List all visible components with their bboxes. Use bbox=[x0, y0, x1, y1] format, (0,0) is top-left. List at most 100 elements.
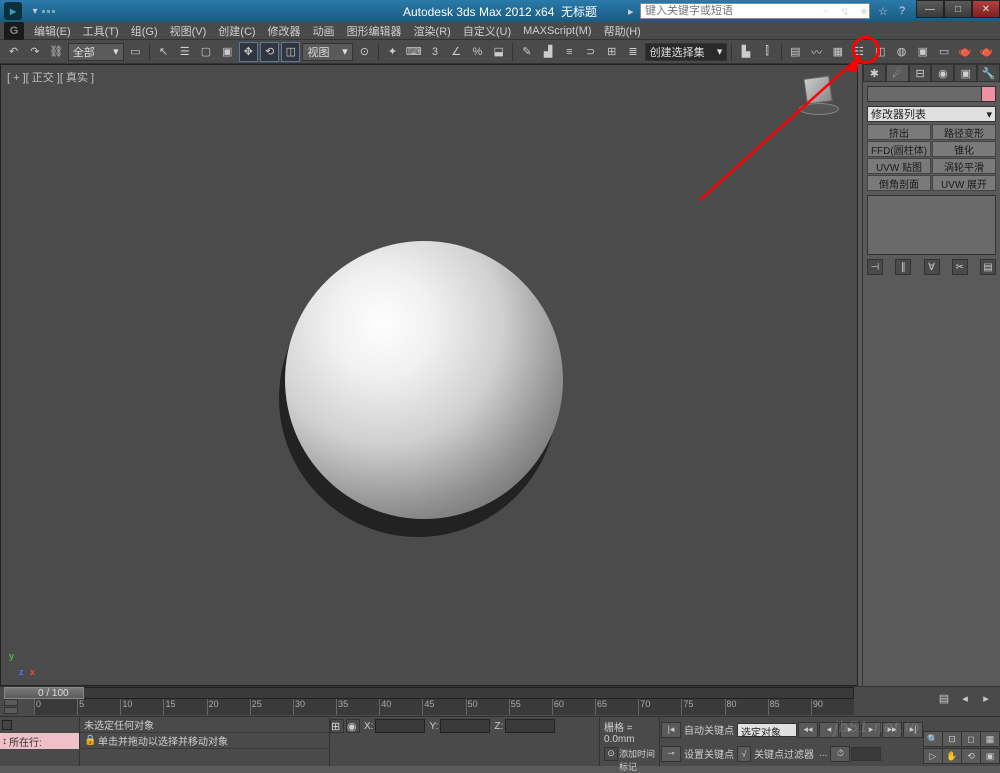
select-region-button[interactable]: ▢ bbox=[196, 42, 215, 62]
pan-button[interactable]: ✋ bbox=[942, 748, 962, 764]
max-toggle-button[interactable]: ▣ bbox=[980, 748, 1000, 764]
zoom-extents-button[interactable]: ◻ bbox=[961, 731, 981, 747]
remove-mod-icon[interactable]: ✂ bbox=[952, 259, 968, 275]
select-rotate-button[interactable]: ⟲ bbox=[260, 42, 279, 62]
mod-uvwmap[interactable]: UVW 贴图 bbox=[867, 158, 931, 174]
viewport[interactable]: [ + ][ 正交 ][ 真实 ] z x y bbox=[0, 64, 858, 686]
layers-button[interactable]: ≣ bbox=[623, 42, 642, 62]
menu-edit[interactable]: 编辑(E) bbox=[28, 23, 77, 39]
scene-explorer-icon[interactable]: ▤ bbox=[934, 688, 954, 708]
modifier-list-dropdown[interactable]: 修改器列表▾ bbox=[867, 106, 996, 122]
menu-animation[interactable]: 动画 bbox=[307, 23, 341, 39]
fov-button[interactable]: ▷ bbox=[923, 748, 943, 764]
material-nav-button[interactable]: ◫ bbox=[871, 42, 890, 62]
menu-custom[interactable]: 自定义(U) bbox=[457, 23, 517, 39]
material-editor-button[interactable]: ◍ bbox=[892, 42, 911, 62]
goto-end-button[interactable]: ▸| bbox=[903, 722, 923, 738]
mod-chamfer[interactable]: 倒角剖面 bbox=[867, 175, 931, 191]
zoom-all-button[interactable]: ⊡ bbox=[942, 731, 962, 747]
app-menu-icon[interactable]: G bbox=[4, 22, 24, 40]
schematic-button[interactable]: ▦ bbox=[828, 42, 847, 62]
zoom-ext-all-button[interactable]: ▦ bbox=[980, 731, 1000, 747]
select-button[interactable]: ▭ bbox=[126, 42, 145, 62]
menu-tools[interactable]: 工具(T) bbox=[77, 23, 125, 39]
orbit-button[interactable]: ⟲ bbox=[961, 748, 981, 764]
pivot-button[interactable]: ⊙ bbox=[355, 42, 374, 62]
make-unique-icon[interactable]: ∀ bbox=[924, 259, 940, 275]
configure-icon[interactable]: ▤ bbox=[980, 259, 996, 275]
selection-filter-dropdown[interactable]: 全部▾ bbox=[68, 43, 124, 61]
menu-modifiers[interactable]: 修改器 bbox=[262, 23, 307, 39]
redo-button[interactable]: ↷ bbox=[25, 42, 44, 62]
menu-views[interactable]: 视图(V) bbox=[164, 23, 213, 39]
time-slider-track[interactable] bbox=[4, 687, 854, 699]
star-icon[interactable]: ★ bbox=[856, 3, 872, 19]
keyboard-button[interactable]: ⌨ bbox=[404, 42, 423, 62]
time-tag-icon[interactable]: ⊙ bbox=[604, 747, 618, 761]
coord-y-input[interactable] bbox=[440, 719, 490, 733]
current-frame-input[interactable] bbox=[851, 747, 881, 761]
window-crossing-button[interactable]: ▣ bbox=[218, 42, 237, 62]
prev-frame-button[interactable]: ◂◂ bbox=[798, 722, 818, 738]
favorite-icon[interactable]: ☆ bbox=[875, 3, 891, 19]
object-name-field[interactable] bbox=[867, 86, 996, 102]
align-button[interactable]: ≡ bbox=[560, 42, 579, 62]
dope-sheet-button[interactable]: ☷ bbox=[849, 42, 868, 62]
menu-create[interactable]: 创建(C) bbox=[212, 23, 261, 39]
render-setup-button[interactable]: ▣ bbox=[913, 42, 932, 62]
qa-dropdown[interactable]: ▾ bbox=[28, 4, 42, 18]
curve-editor-button[interactable]: 〰 bbox=[807, 42, 826, 62]
isolate-icon[interactable]: ◉ bbox=[346, 719, 360, 733]
mod-uvwunwrap[interactable]: UVW 展开 bbox=[932, 175, 996, 191]
next-frame-button[interactable]: ▸▸ bbox=[882, 722, 902, 738]
tab-motion[interactable]: ◉ bbox=[931, 64, 954, 82]
viewport-label[interactable]: [ + ][ 正交 ][ 真实 ] bbox=[7, 69, 94, 85]
menu-graph[interactable]: 图形编辑器 bbox=[341, 23, 408, 39]
magnet-button[interactable]: ⊃ bbox=[581, 42, 600, 62]
coord-z-input[interactable] bbox=[505, 719, 555, 733]
modifier-stack[interactable] bbox=[867, 195, 996, 255]
mod-extrude[interactable]: 挤出 bbox=[867, 124, 931, 140]
menu-maxscript[interactable]: MAXScript(M) bbox=[517, 25, 597, 37]
render-prod-button[interactable]: 🫖 bbox=[977, 42, 996, 62]
close-button[interactable]: ✕ bbox=[972, 0, 1000, 18]
mirror-button[interactable]: ▟ bbox=[538, 42, 557, 62]
undo-button[interactable]: ↶ bbox=[4, 42, 23, 62]
array-button[interactable]: ⊞ bbox=[602, 42, 621, 62]
select-scale-button[interactable]: ◫ bbox=[281, 42, 300, 62]
tab-utilities[interactable]: 🔧 bbox=[977, 64, 1000, 82]
spinner-snap-button[interactable]: ⬓ bbox=[489, 42, 508, 62]
setkey-spinner[interactable]: √ bbox=[737, 746, 751, 762]
next-key-button[interactable]: ▸ bbox=[861, 722, 881, 738]
select-name-button[interactable]: ☰ bbox=[175, 42, 194, 62]
mod-ffd[interactable]: FFD(圆柱体) bbox=[867, 141, 931, 157]
goto-start-button[interactable]: |◂ bbox=[661, 722, 681, 738]
manipulate-button[interactable]: ✦ bbox=[383, 42, 402, 62]
edit-named-selection-button[interactable]: ✎ bbox=[517, 42, 536, 62]
next-view-icon[interactable]: ▸ bbox=[976, 688, 996, 708]
time-ruler[interactable]: 051015202530354045505560657075808590 bbox=[34, 699, 854, 715]
zoom-button[interactable]: 🔍 bbox=[923, 731, 943, 747]
align-tool-button[interactable]: ⫿ bbox=[758, 42, 777, 62]
maximize-button[interactable]: □ bbox=[944, 0, 972, 18]
prev-key-button[interactable]: ◂ bbox=[819, 722, 839, 738]
key-icon[interactable]: ↯ bbox=[837, 3, 853, 19]
render-button[interactable]: 🫖 bbox=[956, 42, 975, 62]
coord-mode-icon[interactable]: ⊞ bbox=[330, 719, 344, 733]
tab-create[interactable]: ✱ bbox=[863, 64, 886, 82]
menu-group[interactable]: 组(G) bbox=[125, 23, 164, 39]
tab-hierarchy[interactable]: ⊟ bbox=[909, 64, 932, 82]
prev-view-icon[interactable]: ◂ bbox=[955, 688, 975, 708]
mod-meshsmooth[interactable]: 涡轮平滑 bbox=[932, 158, 996, 174]
menu-render[interactable]: 渲染(R) bbox=[408, 23, 457, 39]
help-icon[interactable]: ? bbox=[894, 3, 910, 19]
minimize-button[interactable]: — bbox=[916, 0, 944, 18]
mod-taper[interactable]: 锥化 bbox=[932, 141, 996, 157]
mirror-tool-button[interactable]: ▙ bbox=[736, 42, 755, 62]
key-mode-button[interactable]: ⊸ bbox=[661, 746, 681, 762]
color-swatch[interactable] bbox=[981, 87, 995, 101]
pin-stack-icon[interactable]: ⊣ bbox=[867, 259, 883, 275]
percent-snap-button[interactable]: % bbox=[468, 42, 487, 62]
mod-pathdeform[interactable]: 路径变形 bbox=[932, 124, 996, 140]
menu-help[interactable]: 帮助(H) bbox=[598, 23, 647, 39]
